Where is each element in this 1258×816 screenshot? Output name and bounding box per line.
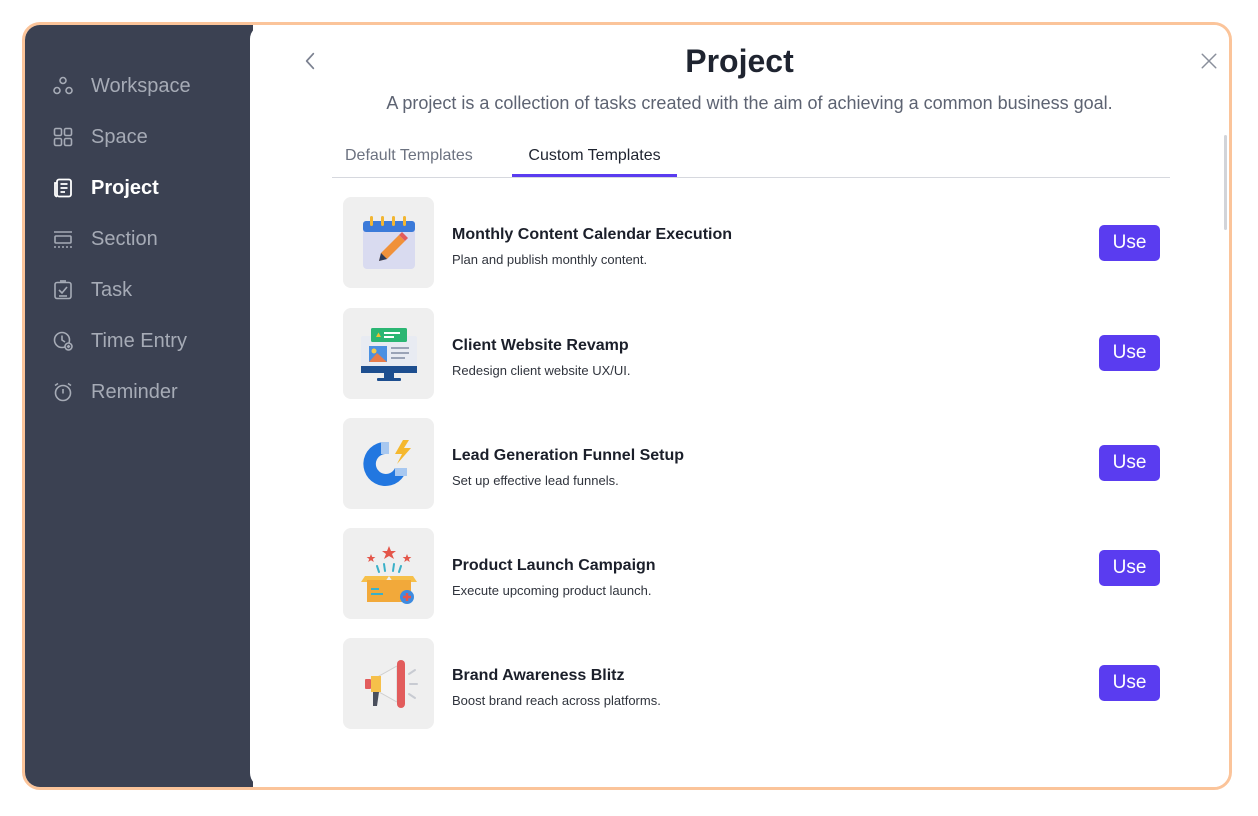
megaphone-icon: [364, 659, 418, 708]
sidebar-item-reminder[interactable]: Reminder: [52, 377, 178, 407]
task-icon: [52, 279, 74, 301]
tab-custom-templates[interactable]: Custom Templates: [512, 141, 677, 177]
template-description: Plan and publish monthly content.: [452, 252, 648, 267]
monitor-website-icon: [360, 327, 417, 381]
tab-default-templates[interactable]: Default Templates: [345, 141, 480, 176]
sidebar-item-label: Time Entry: [91, 329, 187, 352]
time-entry-icon: [52, 330, 74, 352]
template-description: Boost brand reach across platforms.: [452, 693, 661, 708]
use-template-button[interactable]: Use: [1099, 550, 1160, 586]
sidebar-item-section[interactable]: Section: [52, 224, 158, 254]
template-title: Client Website Revamp: [452, 337, 629, 354]
sidebar-item-workspace[interactable]: Workspace: [52, 71, 191, 101]
template-title: Product Launch Campaign: [452, 557, 656, 574]
template-thumbnail: [343, 197, 434, 288]
page-title: Project: [685, 43, 794, 79]
sidebar-item-label: Task: [91, 278, 133, 301]
sidebar-item-space[interactable]: Space: [52, 122, 148, 152]
template-row: Brand Awareness Blitz Boost brand reach …: [343, 638, 1160, 729]
template-thumbnail: [343, 308, 434, 399]
template-row: Product Launch Campaign Execute upcoming…: [343, 528, 1160, 619]
template-description: Redesign client website UX/UI.: [452, 363, 631, 378]
template-title: Brand Awareness Blitz: [452, 667, 625, 684]
space-icon: [52, 126, 74, 148]
sidebar-item-project[interactable]: Project: [52, 173, 159, 203]
template-thumbnail: [343, 638, 434, 729]
sidebar-item-label: Space: [91, 125, 148, 148]
page-subtitle: A project is a collection of tasks creat…: [386, 93, 1113, 113]
template-title: Lead Generation Funnel Setup: [452, 447, 685, 464]
sidebar: Workspace Space Project Section Task Tim…: [25, 25, 253, 787]
product-box-icon: [360, 545, 417, 604]
calendar-pencil-icon: [362, 215, 415, 269]
magnet-icon: [362, 439, 411, 486]
use-template-button[interactable]: Use: [1099, 445, 1160, 481]
use-template-button[interactable]: Use: [1099, 335, 1160, 371]
reminder-icon: [52, 381, 74, 403]
project-icon: [52, 177, 74, 199]
template-description: Execute upcoming product launch.: [452, 583, 652, 598]
section-icon: [52, 228, 74, 250]
template-description: Set up effective lead funnels.: [452, 473, 619, 488]
sidebar-item-label: Section: [91, 227, 158, 250]
sidebar-item-time-entry[interactable]: Time Entry: [52, 326, 187, 356]
sidebar-item-label: Reminder: [91, 380, 178, 403]
template-row: Monthly Content Calendar Execution Plan …: [343, 197, 1160, 288]
workspace-icon: [52, 75, 74, 97]
use-template-button[interactable]: Use: [1099, 225, 1160, 261]
sidebar-item-task[interactable]: Task: [52, 275, 132, 305]
template-thumbnail: [343, 418, 434, 509]
template-row: Lead Generation Funnel Setup Set up effe…: [343, 418, 1160, 509]
template-row: Client Website Revamp Redesign client we…: [343, 308, 1160, 399]
modal-frame: Workspace Space Project Section Task Tim…: [22, 22, 1232, 790]
template-thumbnail: [343, 528, 434, 619]
project-template-panel: Project A project is a collection of tas…: [250, 25, 1229, 787]
use-template-button[interactable]: Use: [1099, 665, 1160, 701]
sidebar-item-label: Workspace: [91, 74, 191, 97]
template-title: Monthly Content Calendar Execution: [452, 226, 733, 243]
scrollbar[interactable]: [1224, 135, 1227, 230]
template-tabs: Default Templates Custom Templates: [332, 141, 1170, 178]
sidebar-item-label: Project: [91, 176, 159, 199]
